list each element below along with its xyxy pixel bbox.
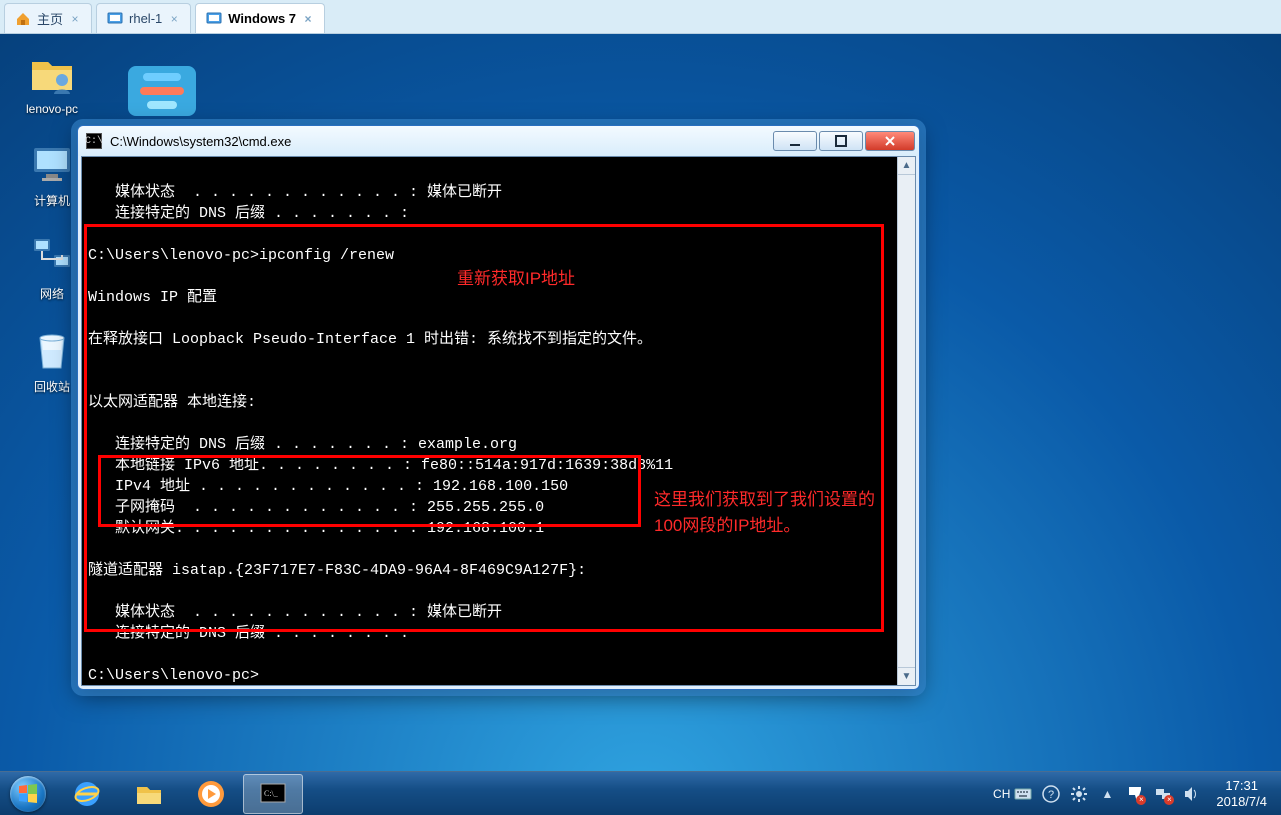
cmd-window: C:\ C:\Windows\system32\cmd.exe 媒体状态 . .… <box>77 125 920 690</box>
svg-text:?: ? <box>1048 789 1054 801</box>
scroll-up-icon[interactable]: ▲ <box>898 157 915 175</box>
system-tray: CH ? ▲ × × 17:31 2018/7/4 <box>985 778 1281 810</box>
taskbar-clock[interactable]: 17:31 2018/7/4 <box>1210 778 1273 810</box>
annotation-100-subnet: 这里我们获取到了我们设置的100网段的IP地址。 <box>654 487 884 539</box>
tray-chevron-up-icon[interactable]: ▲ <box>1098 785 1116 803</box>
clock-date: 2018/7/4 <box>1216 794 1267 810</box>
clock-time: 17:31 <box>1216 778 1267 794</box>
tab-rhel[interactable]: rhel-1 × <box>96 3 191 33</box>
maximize-button[interactable] <box>819 131 863 151</box>
taskbar-cmd[interactable]: C:\_ <box>243 774 303 814</box>
network-tray-icon[interactable]: × <box>1154 785 1172 803</box>
vm-icon <box>107 11 123 27</box>
scrollbar[interactable]: ▲ ▼ <box>897 157 915 685</box>
tab-label-win7: Windows 7 <box>228 11 296 26</box>
window-buttons <box>771 131 915 151</box>
gear-icon[interactable] <box>1070 785 1088 803</box>
taskbar: C:\_ CH ? ▲ × × 17:31 2018/7/4 <box>0 771 1281 815</box>
taskbar-wmp[interactable] <box>181 774 241 814</box>
tab-windows7[interactable]: Windows 7 × <box>195 3 325 33</box>
cmd-icon: C:\ <box>86 133 102 149</box>
terminal-output[interactable]: 媒体状态 . . . . . . . . . . . . : 媒体已断开 连接特… <box>82 157 897 685</box>
tab-label-rhel: rhel-1 <box>129 11 162 26</box>
tab-label-home: 主页 <box>37 9 63 28</box>
action-center-icon[interactable]: × <box>1126 785 1144 803</box>
home-icon <box>15 11 31 27</box>
keyboard-icon <box>1014 785 1032 803</box>
perf-gadget-icon[interactable] <box>128 66 196 116</box>
close-icon[interactable]: × <box>69 13 81 25</box>
start-button[interactable] <box>0 772 56 815</box>
desktop-icon-label: lenovo-pc <box>14 102 90 116</box>
close-button[interactable] <box>865 131 915 151</box>
close-icon[interactable]: × <box>302 13 314 25</box>
status-error-icon: × <box>1164 795 1174 805</box>
status-error-icon: × <box>1136 795 1146 805</box>
help-icon[interactable]: ? <box>1042 785 1060 803</box>
titlebar[interactable]: C:\ C:\Windows\system32\cmd.exe <box>78 126 919 156</box>
ime-language-label: CH <box>993 787 1010 801</box>
windows-logo-icon <box>10 776 46 812</box>
computer-icon <box>28 140 76 188</box>
close-icon[interactable]: × <box>168 13 180 25</box>
volume-icon[interactable] <box>1182 785 1200 803</box>
vm-tabbar: 主页 × rhel-1 × Windows 7 × <box>0 0 1281 34</box>
ime-indicator[interactable]: CH <box>993 785 1032 803</box>
tab-home[interactable]: 主页 × <box>4 3 92 33</box>
terminal-area: 媒体状态 . . . . . . . . . . . . : 媒体已断开 连接特… <box>81 156 916 686</box>
recycle-bin-icon <box>28 326 76 374</box>
window-title: C:\Windows\system32\cmd.exe <box>110 134 763 149</box>
minimize-button[interactable] <box>773 131 817 151</box>
taskbar-ie[interactable] <box>57 774 117 814</box>
desktop-icon-user-folder[interactable]: lenovo-pc <box>14 50 90 116</box>
svg-text:C:\_: C:\_ <box>264 789 279 798</box>
scroll-down-icon[interactable]: ▼ <box>898 667 915 685</box>
taskbar-explorer[interactable] <box>119 774 179 814</box>
network-icon <box>28 233 76 281</box>
vm-icon <box>206 11 222 27</box>
annotation-renew: 重新获取IP地址 <box>457 266 575 292</box>
folder-user-icon <box>28 50 76 98</box>
